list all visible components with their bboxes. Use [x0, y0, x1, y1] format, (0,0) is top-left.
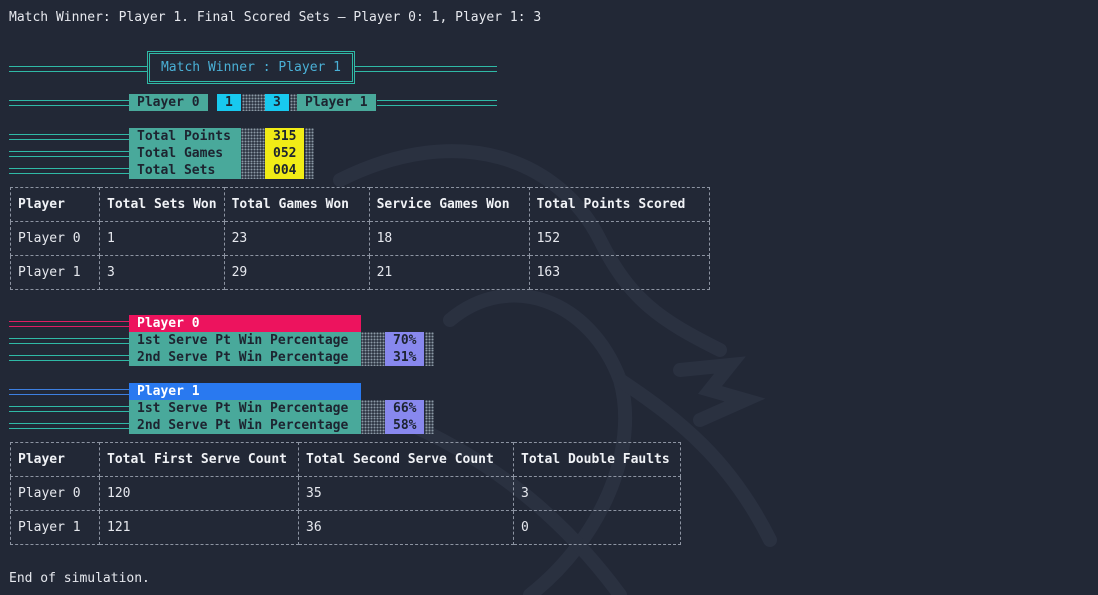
serve-stats-table: Player Total First Serve Count Total Sec…: [10, 442, 681, 545]
table-cell: 163: [528, 255, 710, 290]
divider-line: [9, 321, 129, 327]
shade-block: [305, 128, 314, 145]
table-cell: 35: [298, 476, 514, 511]
column-header: Total Sets Won: [99, 187, 225, 222]
player1-first-serve-label: 1st Serve Pt Win Percentage: [129, 400, 361, 417]
shade-block: [425, 417, 434, 434]
shade-block: [361, 332, 385, 349]
table-cell: Player 1: [10, 510, 100, 545]
table-row: Player 1 3 29 21 163: [10, 255, 710, 290]
shade-block: [242, 94, 265, 111]
column-header: Total Games Won: [223, 187, 370, 222]
divider-line: [9, 423, 129, 429]
table-header-row: Player Total Sets Won Total Games Won Se…: [10, 187, 710, 222]
divider-line: [9, 100, 129, 106]
table-row: Player 0 120 35 3: [10, 476, 681, 511]
shade-block: [425, 349, 434, 366]
scoreboard-player0-sets: 1: [217, 94, 241, 111]
shade-block: [290, 94, 297, 111]
table-cell: 120: [99, 476, 299, 511]
table-row: Player 0 1 23 18 152: [10, 221, 710, 256]
match-summary-table: Player Total Sets Won Total Games Won Se…: [10, 187, 710, 290]
divider-line: [355, 66, 497, 72]
total-points-value: 315: [265, 128, 305, 145]
column-header: Player: [10, 442, 100, 477]
shade-block: [425, 332, 434, 349]
scoreboard-player0-label: Player 0: [129, 94, 208, 111]
table-cell: 18: [368, 221, 530, 256]
divider-line: [377, 100, 497, 106]
shade-block: [361, 349, 385, 366]
divider-line: [9, 355, 129, 361]
scoreboard-player1-sets: 3: [265, 94, 289, 111]
player1-first-serve-value: 66%: [385, 400, 425, 417]
column-header: Total Second Serve Count: [298, 442, 514, 477]
divider-line: [9, 406, 129, 412]
table-header-row: Player Total First Serve Count Total Sec…: [10, 442, 681, 477]
player1-second-serve-value: 58%: [385, 417, 425, 434]
column-header: Service Games Won: [368, 187, 530, 222]
divider-line: [9, 389, 129, 395]
table-row: Player 1 121 36 0: [10, 510, 681, 545]
shade-block: [241, 162, 265, 179]
table-cell: 3: [513, 476, 681, 511]
total-sets-label: Total Sets: [129, 162, 241, 179]
shade-block: [241, 128, 265, 145]
table-cell: Player 0: [10, 221, 100, 256]
table-cell: 21: [368, 255, 530, 290]
column-header: Player: [10, 187, 100, 222]
table-cell: 36: [298, 510, 514, 545]
divider-line: [9, 338, 129, 344]
winner-banner: Match Winner : Player 1: [147, 51, 355, 84]
table-cell: 152: [528, 221, 710, 256]
shade-block: [361, 400, 385, 417]
table-cell: Player 1: [10, 255, 100, 290]
player1-second-serve-label: 2nd Serve Pt Win Percentage: [129, 417, 361, 434]
table-cell: 121: [99, 510, 299, 545]
divider-line: [9, 168, 129, 174]
shade-block: [361, 417, 385, 434]
divider-line: [9, 66, 147, 72]
shade-block: [241, 145, 265, 162]
shade-block: [305, 145, 314, 162]
player1-panel-title: Player 1: [129, 383, 361, 400]
total-sets-value: 004: [265, 162, 305, 179]
shade-block: [425, 400, 434, 417]
total-points-label: Total Points: [129, 128, 241, 145]
player0-second-serve-label: 2nd Serve Pt Win Percentage: [129, 349, 361, 366]
table-cell: Player 0: [10, 476, 100, 511]
table-cell: 23: [223, 221, 370, 256]
table-cell: 1: [99, 221, 225, 256]
player0-second-serve-value: 31%: [385, 349, 425, 366]
column-header: Total First Serve Count: [99, 442, 299, 477]
player0-first-serve-label: 1st Serve Pt Win Percentage: [129, 332, 361, 349]
table-cell: 0: [513, 510, 681, 545]
scoreboard-player1-label: Player 1: [297, 94, 376, 111]
player0-panel-title: Player 0: [129, 315, 361, 332]
player0-first-serve-value: 70%: [385, 332, 425, 349]
table-cell: 3: [99, 255, 225, 290]
total-games-value: 052: [265, 145, 305, 162]
shade-block: [305, 162, 314, 179]
divider-line: [9, 151, 129, 157]
table-cell: 29: [223, 255, 370, 290]
header-line: Match Winner: Player 1. Final Scored Set…: [9, 10, 542, 25]
divider-line: [9, 134, 129, 140]
terminal-window: Match Winner: Player 1. Final Scored Set…: [0, 0, 1098, 595]
footer-line: End of simulation.: [9, 571, 150, 586]
total-games-label: Total Games: [129, 145, 241, 162]
column-header: Total Points Scored: [528, 187, 710, 222]
column-header: Total Double Faults: [513, 442, 681, 477]
